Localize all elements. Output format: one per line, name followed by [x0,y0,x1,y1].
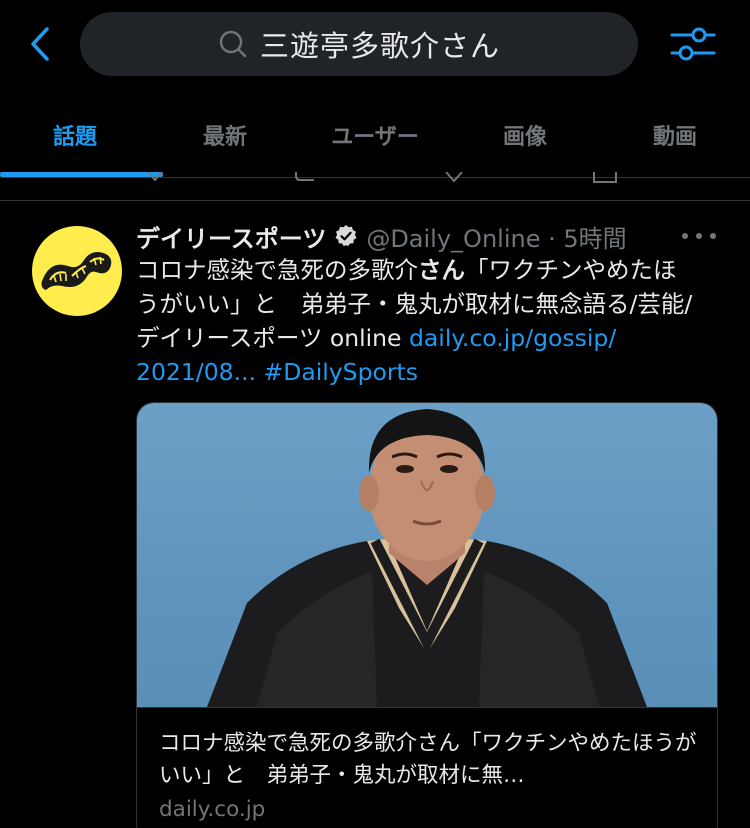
chevron-left-icon [31,27,49,61]
back-button[interactable] [22,24,58,64]
share-icon [593,172,617,183]
article-photo [137,403,717,707]
article-link[interactable]: daily.co.jp/gossip/ [409,324,616,352]
like-icon [445,172,463,183]
tweet-text-line: コロナ感染で急死の多歌介さん「ワクチンやめたほ [136,253,726,287]
display-name[interactable]: デイリースポーツ [136,219,326,254]
link-preview-card[interactable]: コロナ感染で急死の多歌介さん「ワクチンやめたほうがいい」と 弟弟子・鬼丸が取材に… [136,402,718,828]
tab-label: 最新 [202,124,247,150]
tab-videos[interactable]: 動画 [600,92,750,177]
tweet-text-segment: コロナ感染で急死の多歌介 [136,256,418,284]
daily-sports-logo-icon [41,252,112,290]
link-preview-text: コロナ感染で急死の多歌介さん「ワクチンやめたほうがいい」と 弟弟子・鬼丸が取材に… [137,707,717,826]
tweet-text-line: 2021/08... #DailySports [136,355,726,389]
search-input[interactable]: 三遊亭多歌介さん [80,12,638,76]
link-preview-title: コロナ感染で急死の多歌介さん「ワクチンやめたほうがいい」と 弟弟子・鬼丸が取材に… [159,731,697,788]
tweet-text: コロナ感染で急死の多歌介さん「ワクチンやめたほ うがいい」と 弟弟子・鬼丸が取材… [136,253,726,389]
sliders-icon [670,27,716,61]
previous-tweet-actions [0,172,750,186]
tab-people[interactable]: ユーザー [300,92,450,177]
tweet-text-segment: 「ワクチンやめたほ [465,256,677,284]
tab-top[interactable]: 話題 [0,92,150,177]
reply-icon [147,172,163,182]
more-options-button[interactable] [682,226,716,246]
retweet-icon [295,172,314,181]
top-bar: 三遊亭多歌介さん [0,0,750,92]
tab-photos[interactable]: 画像 [450,92,600,177]
dot [710,233,716,239]
divider [0,200,750,201]
tweet-text-highlight: さん [418,256,465,284]
tab-latest[interactable]: 最新 [150,92,300,177]
search-settings-button[interactable] [668,20,718,68]
handle-and-time: @Daily_Online · 5時間 [366,224,627,253]
search-tabs: 話題 最新 ユーザー 画像 動画 [0,92,750,178]
verified-badge-icon [334,224,358,248]
tab-label: 話題 [52,124,97,150]
tweet-text-segment: デイリースポーツ online [136,324,409,352]
dot [696,233,702,239]
dot [682,233,688,239]
search-query: 三遊亭多歌介さん [259,29,500,63]
link-preview-domain: daily.co.jp [159,797,266,822]
avatar[interactable] [32,226,122,316]
tweet-header: デイリースポーツ @Daily_Online · 5時間 [136,218,726,254]
article-link-continued[interactable]: 2021/08... [136,358,256,386]
search-icon [218,29,248,59]
tab-label: 画像 [502,124,547,150]
tweet-text-line: うがいい」と 弟弟子・鬼丸が取材に無念語る/芸能/ [136,290,693,318]
tab-label: 動画 [652,124,697,150]
tweet-text-line: デイリースポーツ online daily.co.jp/gossip/ [136,321,726,355]
hashtag-link[interactable]: #DailySports [264,358,418,386]
tab-label: ユーザー [331,124,419,150]
